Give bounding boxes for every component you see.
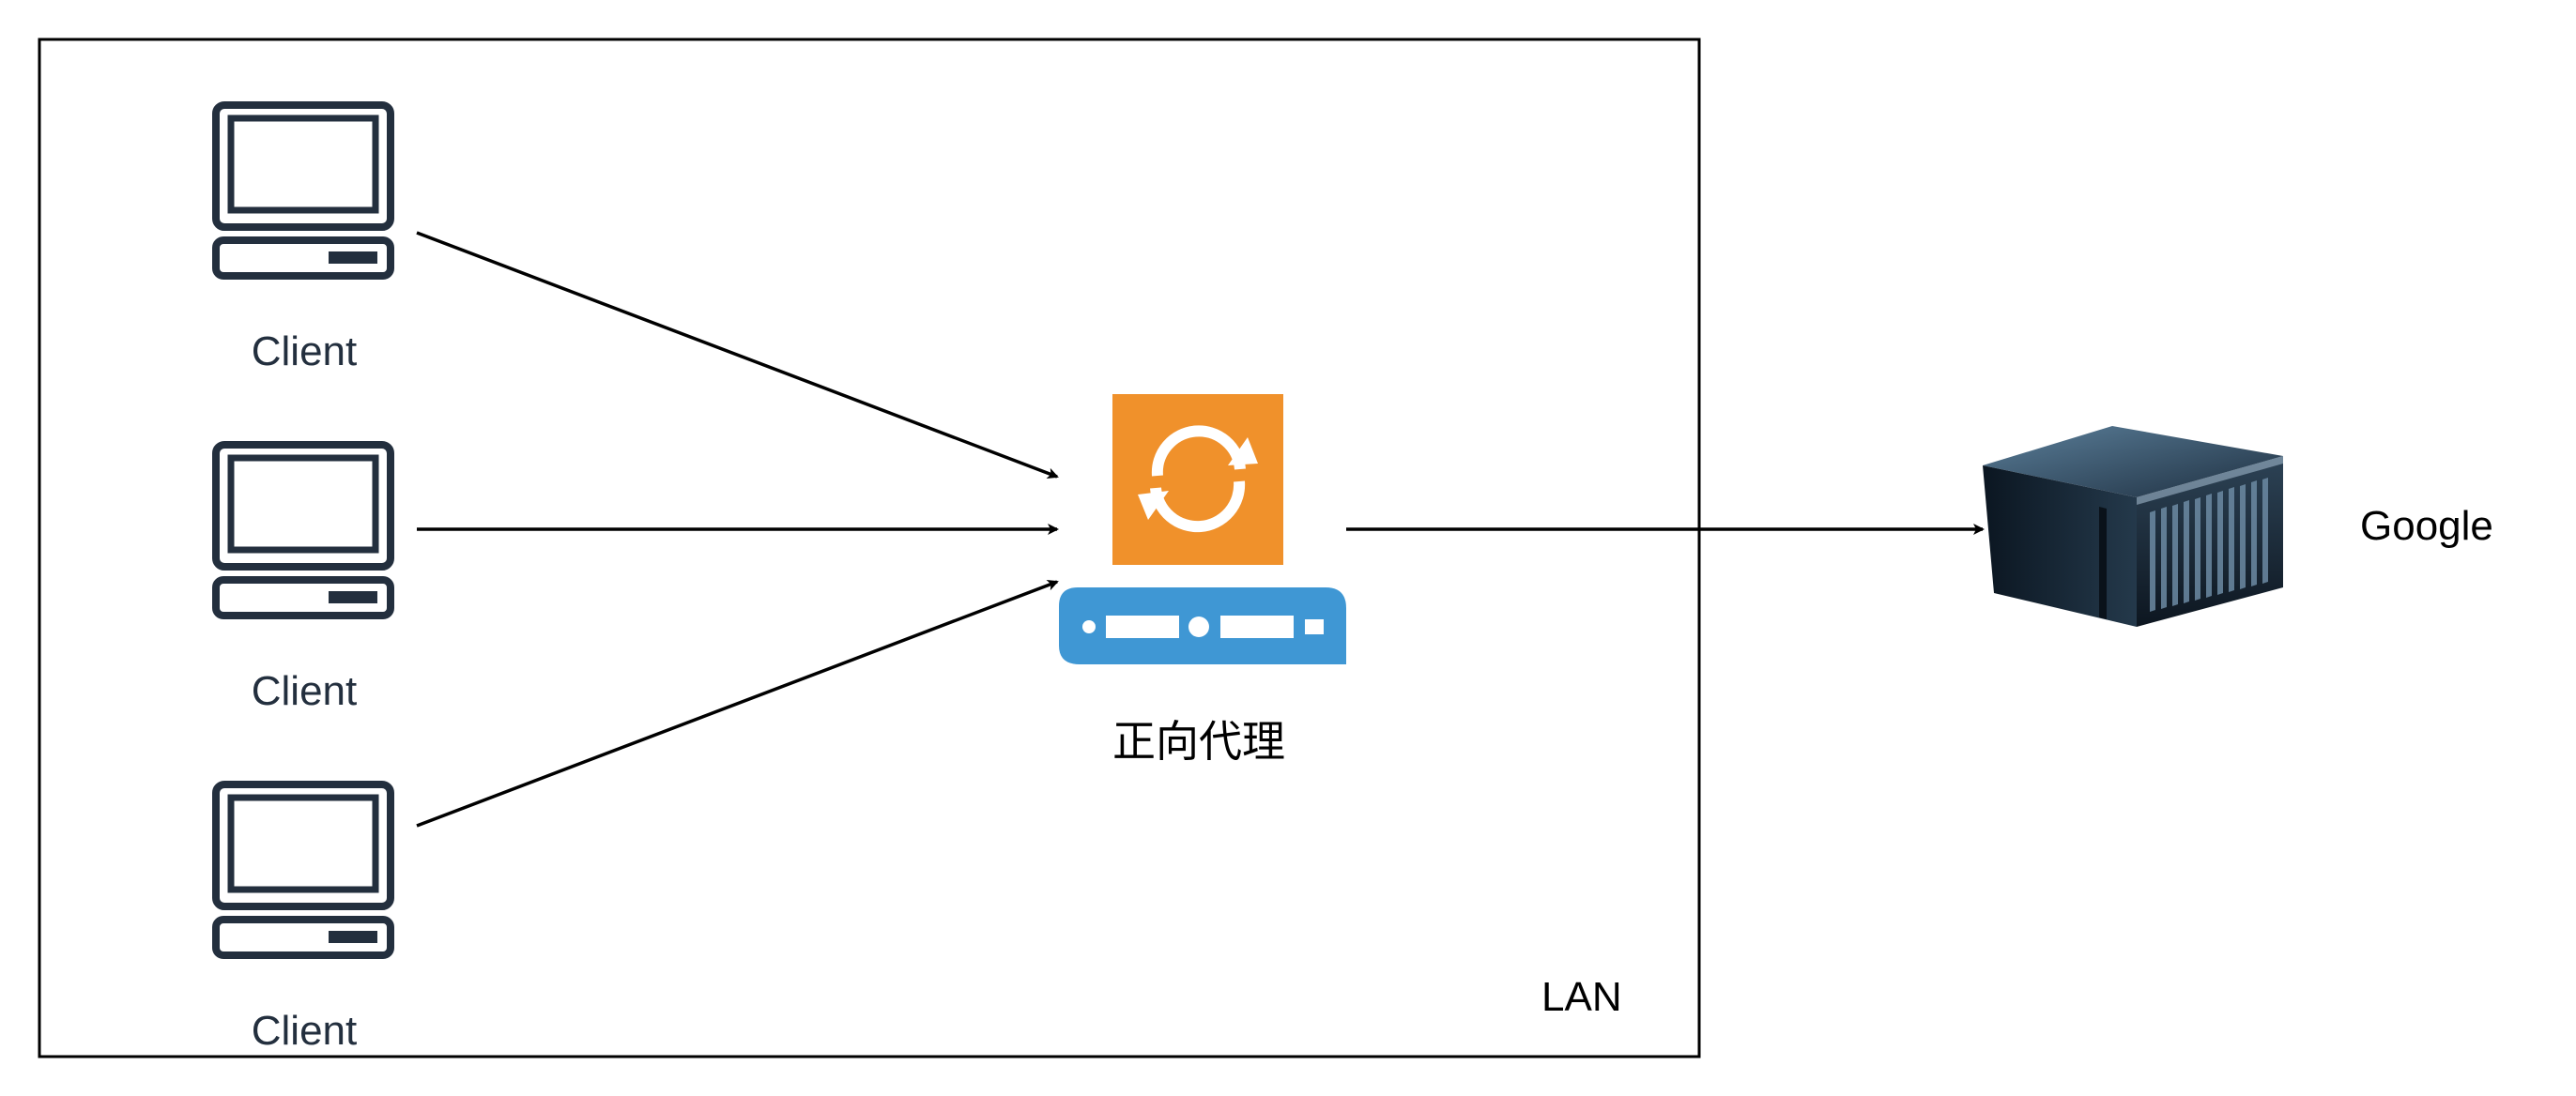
diagram-canvas xyxy=(38,38,2283,1058)
client-label: Client xyxy=(251,328,358,374)
proxy-label: 正向代理 xyxy=(1112,716,1285,767)
client-computer-icon xyxy=(212,781,394,959)
client1-to-proxy-arrow xyxy=(416,231,1059,480)
sync-proxy-icon xyxy=(1112,394,1283,565)
server-rack-icon xyxy=(1983,426,2283,627)
client3-to-proxy-arrow xyxy=(416,579,1059,828)
client-label: Client xyxy=(251,668,358,714)
client-computer-icon xyxy=(212,101,394,280)
client-computer-icon xyxy=(212,441,394,619)
proxy-device-icon xyxy=(1059,587,1346,664)
lan-label: LAN xyxy=(1541,974,1622,1020)
server-label: Google xyxy=(2360,503,2493,549)
client-label: Client xyxy=(251,1008,358,1054)
